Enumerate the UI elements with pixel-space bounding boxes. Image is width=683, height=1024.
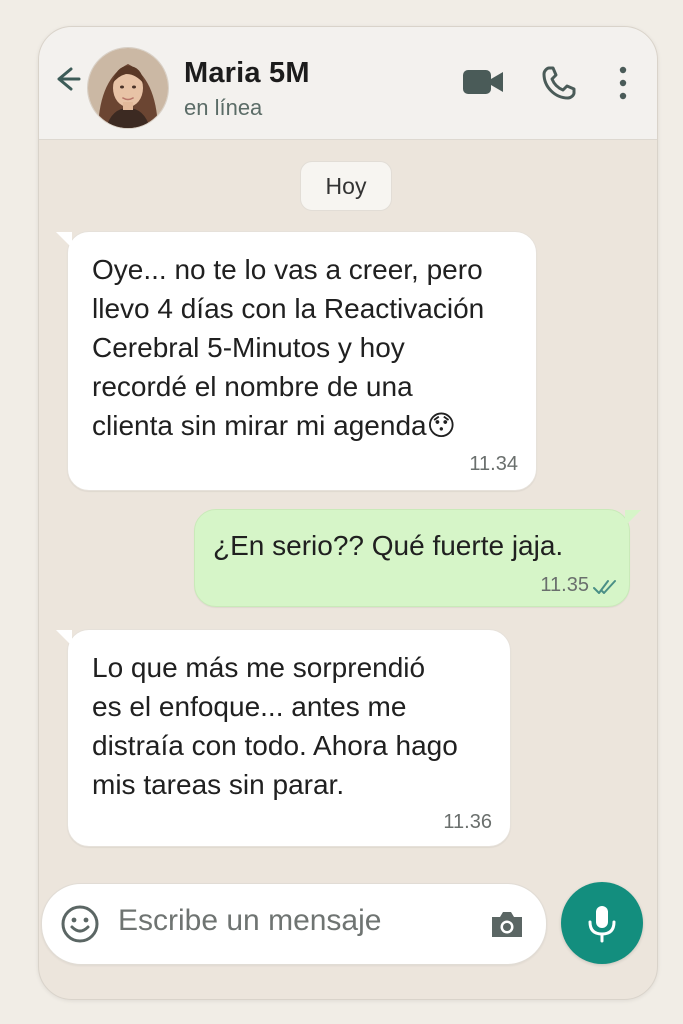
video-camera-icon[interactable]	[461, 65, 505, 99]
message-bubble-incoming[interactable]: Oye... no te lo vas a creer, pero llevo …	[56, 231, 537, 491]
message-text: ¿En serio?? Qué fuerte jaja.	[213, 530, 564, 561]
bubble-tail	[56, 232, 72, 248]
arrow-left-icon[interactable]	[51, 63, 83, 95]
message-time: 11.35	[540, 574, 589, 596]
camera-icon[interactable]	[488, 908, 526, 940]
message-time: 11.36	[443, 811, 492, 833]
emoji-icon[interactable]	[60, 904, 100, 944]
message-time: 11.34	[469, 453, 518, 475]
chat-window: Maria 5M en línea Hoy Oye... no te lo va…	[38, 26, 658, 1000]
phone-icon[interactable]	[541, 65, 577, 101]
contact-status: en línea	[184, 95, 263, 120]
message-text: Lo que más me sorprendió es el enfoque..…	[92, 652, 458, 800]
more-vertical-icon[interactable]	[615, 65, 631, 101]
message-input-placeholder[interactable]: Escribe un mensaje	[118, 904, 381, 938]
microphone-icon	[588, 906, 616, 943]
date-separator: Hoy	[300, 161, 392, 211]
chat-header: Maria 5M en línea	[39, 27, 657, 140]
read-receipt-icon	[593, 580, 616, 594]
message-text: Oye... no te lo vas a creer, pero llevo …	[92, 254, 485, 441]
bubble-tail	[56, 630, 72, 646]
voice-message-button[interactable]	[561, 882, 643, 964]
bubble-tail	[625, 510, 641, 526]
message-bubble-incoming[interactable]: Lo que más me sorprendió es el enfoque..…	[56, 629, 511, 847]
message-bubble-outgoing[interactable]: ¿En serio?? Qué fuerte jaja. 11.35	[194, 509, 641, 607]
contact-name[interactable]: Maria 5M	[184, 57, 310, 90]
avatar-photo	[88, 48, 168, 128]
message-composer[interactable]: Escribe un mensaje	[41, 883, 547, 965]
avatar[interactable]	[87, 47, 169, 129]
